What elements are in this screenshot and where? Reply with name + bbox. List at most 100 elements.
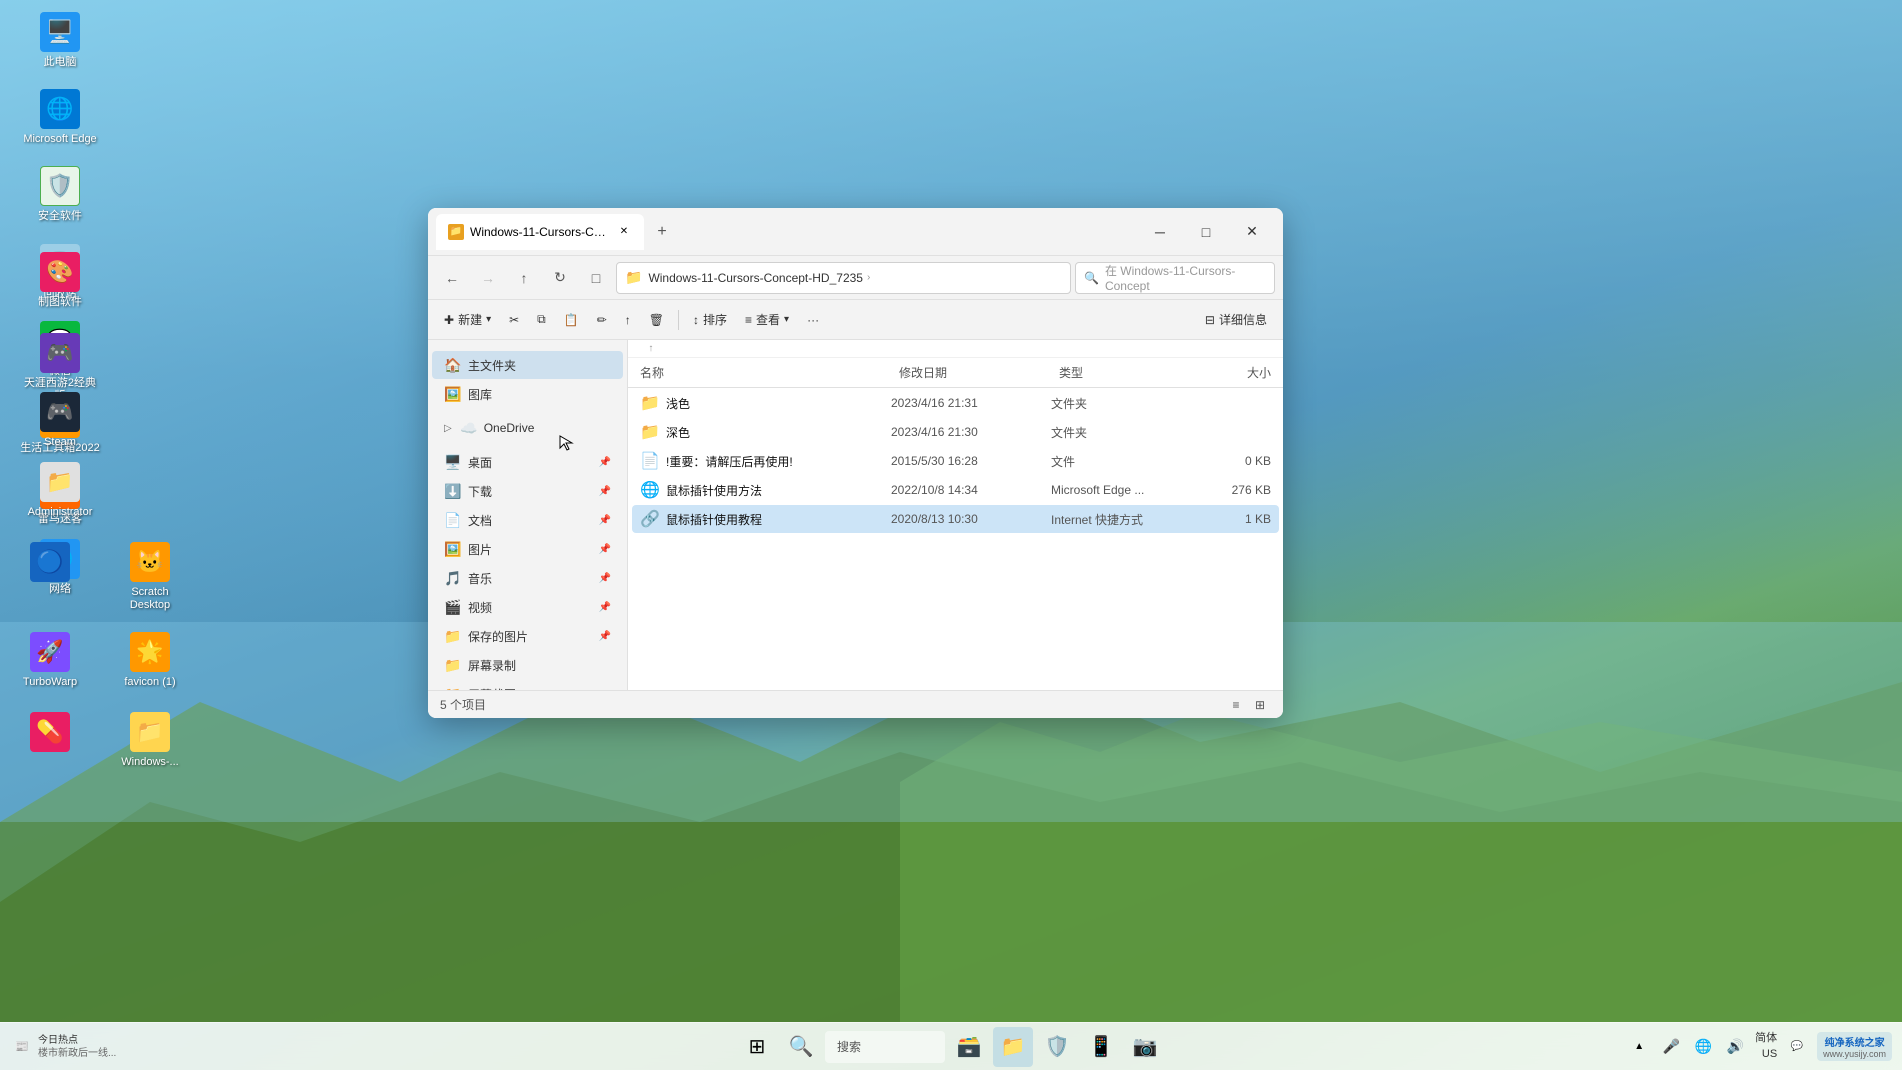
file-name-shense: 深色 [666,424,891,441]
col-header-size[interactable]: 大小 [1195,362,1275,383]
search-bar[interactable]: 🔍 在 Windows-11-Cursors-Concept [1075,262,1275,294]
sidebar-item-downloads[interactable]: ⬇️ 下载 📌 [432,477,623,505]
volume-icon[interactable]: 🔊 [1723,1031,1747,1063]
paste-button[interactable]: 📋 [556,305,587,335]
notification-button[interactable]: 💬 [1785,1031,1809,1063]
col-header-type[interactable]: 类型 [1055,362,1195,383]
desktop: 🖥️ 此电脑 🌐 Microsoft Edge 🛡️ 安全软件 🗑️ 回收站 💬… [0,0,1902,1070]
minimize-button[interactable]: ─ [1137,216,1183,248]
back-button[interactable]: ← [436,262,468,294]
close-button[interactable]: ✕ [1229,216,1275,248]
col-header-date[interactable]: 修改日期 [895,362,1055,383]
tab-folder-icon: 📁 [448,224,464,240]
taskbar: 📰 今日热点 楼市新政后一线... ⊞ 🔍 搜索 🗃️ 📁 [0,1022,1902,1070]
file-type-usage-method: Microsoft Edge ... [1051,483,1191,497]
details-label: 详细信息 [1219,311,1267,328]
refresh-button[interactable]: ↻ [544,262,576,294]
desktop-icon-draw[interactable]: 🎨 制图软件 [15,244,105,317]
display-button[interactable]: □ [580,262,612,294]
file-type-shense: 文件夹 [1051,424,1191,441]
cut-button[interactable]: ✂ [501,305,527,335]
more-button[interactable]: ··· [799,305,827,335]
share-button[interactable]: ↑ [617,305,639,335]
file-row-qianse[interactable]: 📁 浅色 2023/4/16 21:31 文件夹 [632,389,1279,417]
sidebar-item-screenshot[interactable]: 📁 屏幕截图 [432,680,623,690]
desktop-icon-admin[interactable]: 📁 Administrator [15,454,105,527]
file-explorer-taskbar-button[interactable]: 📁 [993,1027,1033,1067]
desktop-icon-steam[interactable]: 🎮 Steam [15,384,105,457]
status-bar: 5 个项目 ≡ ⊞ [428,690,1283,718]
col-header-name[interactable]: 名称 [636,362,895,383]
desktop-icon-turbo[interactable]: 💊 [5,704,95,777]
start-button[interactable]: ⊞ [737,1027,777,1067]
explorer-tab[interactable]: 📁 Windows-11-Cursors-Concept- ✕ [436,214,644,250]
maximize-button[interactable]: □ [1183,216,1229,248]
network-icon[interactable]: 🌐 [1691,1031,1715,1063]
new-dropdown-icon: ▾ [486,314,491,325]
new-button[interactable]: ✚ 新建 ▾ [436,305,499,335]
sidebar-item-home[interactable]: 🏠 主文件夹 [432,351,623,379]
sidebar-item-videos[interactable]: 🎬 视频 📌 [432,593,623,621]
taskbar-notification-area[interactable]: 📰 [10,1031,34,1063]
taskbar-clock[interactable]: 简体 US [1755,1031,1777,1062]
today-news-label[interactable]: 今日热点 楼市新政后一线... [38,1034,116,1060]
search-button[interactable]: 🔍 [781,1027,821,1067]
file-row-usage-method[interactable]: 🌐 鼠标插针使用方法 2022/10/8 14:34 Microsoft Edg… [632,476,1279,504]
chevron-up-button[interactable]: ▲ [1627,1031,1651,1063]
pictures-icon: 🖼️ [444,540,462,558]
up-button[interactable]: ↑ [508,262,540,294]
address-bar[interactable]: 📁 Windows-11-Cursors-Concept-HD_7235 › [616,262,1071,294]
desktop-icon-security[interactable]: 🛡️ 安全软件 [15,158,105,231]
sidebar-item-screenshot-rec[interactable]: 📁 屏幕录制 [432,651,623,679]
file-row-readme[interactable]: 📄 !重要：请解压后再使用! 2015/5/30 16:28 文件 0 KB [632,447,1279,475]
desktop-icon-ie[interactable]: 🔵 [5,534,95,620]
desktop-icon-label-scratch: Scratch Desktop [110,586,190,612]
sidebar-item-label-onedrive: OneDrive [484,421,535,435]
desktop-icon-favicon[interactable]: 🌟 favicon (1) [105,624,195,697]
new-icon: ✚ [444,313,454,327]
details-button[interactable]: ⊟ 详细信息 [1197,305,1275,335]
sidebar-item-gallery[interactable]: 🖼️ 图库 [432,380,623,408]
desktop-icon-computer[interactable]: 🖥️ 此电脑 [15,4,105,77]
copy-button[interactable]: ⧉ [529,305,554,335]
desktop-icon-turbowarp[interactable]: 🚀 TurboWarp [5,624,95,697]
file-row-usage-tutorial[interactable]: 🔗 鼠标插针使用教程 2020/8/13 10:30 Internet 快捷方式… [632,505,1279,533]
sidebar-item-saved-pics[interactable]: 📁 保存的图片 📌 [432,622,623,650]
sort-button[interactable]: ↕ 排序 [685,305,735,335]
sidebar-item-label-music: 音乐 [468,570,492,587]
security-taskbar-button[interactable]: 🛡️ [1037,1027,1077,1067]
file-row-shense[interactable]: 📁 深色 2023/4/16 21:30 文件夹 [632,418,1279,446]
desktop-icon-scratch[interactable]: 🐱 Scratch Desktop [105,534,195,620]
phone-taskbar-button[interactable]: 📱 [1081,1027,1121,1067]
camera-taskbar-button[interactable]: 📷 [1125,1027,1165,1067]
content-area: ↑ 名称 修改日期 类型 大小 [628,340,1283,690]
desktop-icon-winfolder[interactable]: 📁 Windows-... [105,704,195,777]
view-icon: ≡ [745,313,752,327]
sidebar-item-music[interactable]: 🎵 音乐 📌 [432,564,623,592]
sidebar-item-label-videos: 视频 [468,599,492,616]
new-tab-button[interactable]: + [648,218,676,246]
view-button[interactable]: ≡ 查看 ▾ [737,305,797,335]
documents-icon: 📄 [444,511,462,529]
tab-close-button[interactable]: ✕ [616,224,632,240]
saved-pics-icon: 📁 [444,627,462,645]
rename-button[interactable]: ✏ [589,305,615,335]
taskbar-center: ⊞ 🔍 搜索 🗃️ 📁 🛡️ 📱 📷 [737,1027,1165,1067]
mic-icon[interactable]: 🎤 [1659,1031,1683,1063]
sidebar-item-documents[interactable]: 📄 文档 📌 [432,506,623,534]
widgets-button[interactable]: 🗃️ [949,1027,989,1067]
delete-button[interactable]: 🗑 [641,305,672,335]
desktop-icon-edge[interactable]: 🌐 Microsoft Edge [15,81,105,154]
desktop-icon-label-favicon: favicon (1) [124,676,175,689]
sidebar-item-onedrive[interactable]: ▷ ☁️ OneDrive [432,414,623,442]
view-grid-button[interactable]: ⊞ [1249,694,1271,716]
screenshot-rec-icon: 📁 [444,656,462,674]
sidebar-item-pictures[interactable]: 🖼️ 图片 📌 [432,535,623,563]
taskbar-left: 📰 今日热点 楼市新政后一线... [0,1031,116,1063]
forward-button[interactable]: → [472,262,504,294]
sidebar-item-desktop[interactable]: 🖥️ 桌面 📌 [432,448,623,476]
search-field[interactable]: 搜索 [825,1031,945,1063]
onedrive-icon: ☁️ [460,419,478,437]
brand-area[interactable]: 纯净系统之家 www.yusijy.com [1817,1032,1892,1061]
view-list-button[interactable]: ≡ [1225,694,1247,716]
